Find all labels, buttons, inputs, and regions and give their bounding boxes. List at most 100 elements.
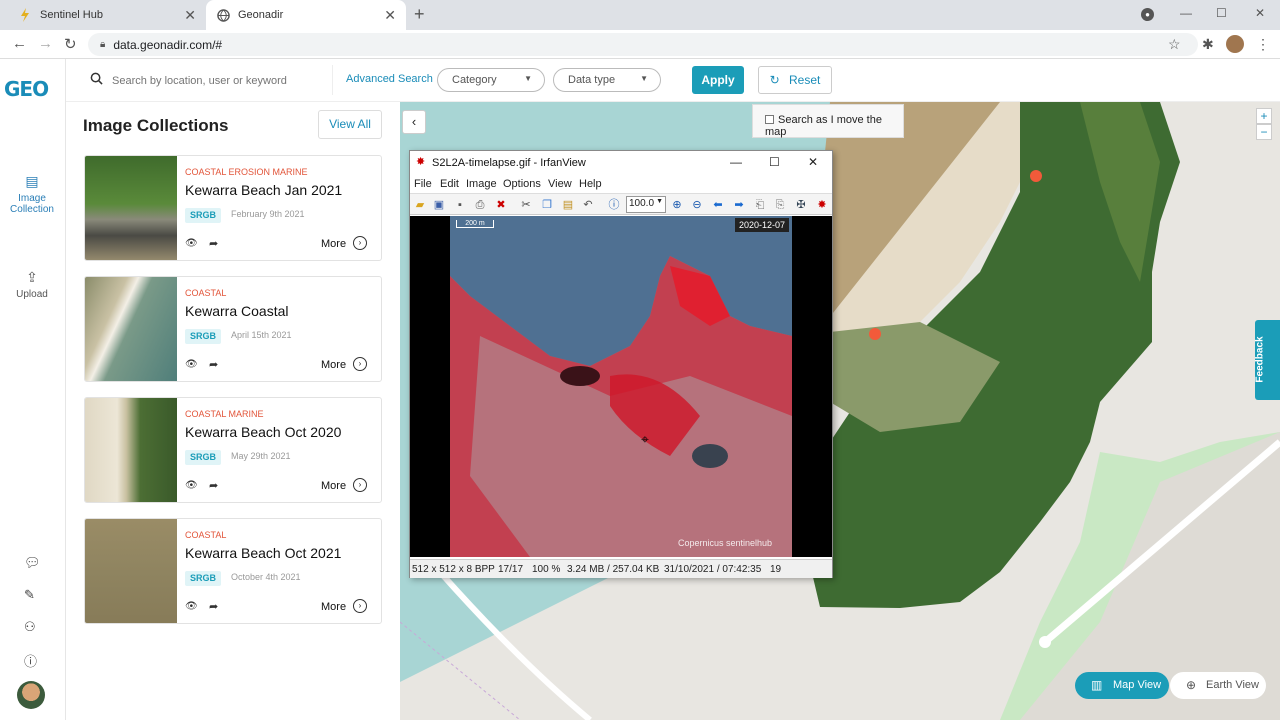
- minimize-icon[interactable]: —: [730, 155, 742, 169]
- chevron-right-icon[interactable]: ›: [353, 599, 367, 613]
- chevron-right-icon[interactable]: ›: [353, 357, 367, 371]
- tab-close-icon[interactable]: ✕: [184, 7, 196, 24]
- zoom-in-icon[interactable]: ⊕: [669, 197, 685, 213]
- tab-geonadir[interactable]: Geonadir ✕: [206, 0, 406, 30]
- menu-options[interactable]: Options: [503, 178, 541, 190]
- search-input[interactable]: [112, 71, 332, 91]
- menu-image[interactable]: Image: [466, 178, 497, 190]
- info-icon[interactable]: ⓘ: [606, 197, 622, 213]
- users-icon[interactable]: ⚇: [24, 619, 36, 635]
- maximize-icon[interactable]: ☐: [1216, 6, 1227, 20]
- menu-dots-icon[interactable]: ⋮: [1256, 36, 1270, 53]
- collection-title[interactable]: Kewarra Beach Oct 2020: [185, 424, 341, 440]
- map-marker-icon[interactable]: [869, 328, 881, 340]
- tab-sentinel-hub[interactable]: Sentinel Hub ✕: [8, 0, 206, 30]
- collection-title[interactable]: Kewarra Coastal: [185, 303, 289, 319]
- url-field[interactable]: 🔒︎ data.geonadir.com/#: [88, 33, 1198, 56]
- collection-card[interactable]: COASTAL EROSION MARINE Kewarra Beach Jan…: [84, 155, 382, 261]
- share-icon[interactable]: ➦: [209, 600, 218, 613]
- zoom-out-button[interactable]: −: [1256, 124, 1272, 140]
- slideshow-icon[interactable]: ▣: [431, 197, 447, 213]
- collection-card[interactable]: COASTAL Kewarra Beach Oct 2021 SRGB Octo…: [84, 518, 382, 624]
- nav-image-collection[interactable]: ▤ Image Collection: [0, 173, 64, 215]
- menu-help[interactable]: Help: [579, 178, 602, 190]
- feedback-tab[interactable]: Feedback: [1255, 320, 1280, 400]
- undo-icon[interactable]: ↶: [580, 197, 596, 213]
- first-page-icon[interactable]: ⎗: [752, 197, 768, 213]
- more-link[interactable]: More: [321, 480, 346, 492]
- more-link[interactable]: More: [321, 601, 346, 613]
- reset-button[interactable]: ↻ Reset: [758, 66, 832, 94]
- irfanview-icon[interactable]: ✸: [814, 197, 830, 213]
- irfanview-window[interactable]: ✸ S2L2A-timelapse.gif - IrfanView — ☐ ✕ …: [409, 150, 833, 578]
- delete-icon[interactable]: ✖: [493, 197, 509, 213]
- map-view-button[interactable]: ▥ Map View: [1075, 672, 1169, 699]
- minimize-icon[interactable]: —: [1180, 6, 1192, 20]
- collection-card[interactable]: COASTAL MARINE Kewarra Beach Oct 2020 SR…: [84, 397, 382, 503]
- help-icon[interactable]: ⓘ: [24, 651, 37, 670]
- previous-arrow-icon[interactable]: ⬅: [710, 197, 726, 213]
- share-icon[interactable]: ➦: [209, 237, 218, 250]
- zoom-select[interactable]: 100.0 ▼: [626, 196, 666, 213]
- last-page-icon[interactable]: ⎘: [772, 197, 788, 213]
- incognito-profile-icon[interactable]: ●: [1141, 8, 1154, 21]
- star-icon[interactable]: ☆: [1168, 36, 1181, 53]
- reload-icon[interactable]: ↻: [64, 35, 77, 53]
- collection-thumbnail[interactable]: [85, 277, 177, 381]
- chevron-right-icon[interactable]: ›: [353, 236, 367, 250]
- collection-thumbnail[interactable]: [85, 398, 177, 502]
- back-arrow-icon[interactable]: ←: [12, 35, 27, 52]
- zoom-in-button[interactable]: +: [1256, 108, 1272, 124]
- eye-icon[interactable]: 👁︎: [185, 238, 198, 249]
- window-titlebar[interactable]: ✸ S2L2A-timelapse.gif - IrfanView — ☐ ✕: [410, 151, 832, 175]
- close-window-icon[interactable]: ✕: [1255, 6, 1265, 20]
- chevron-right-icon[interactable]: ›: [353, 478, 367, 492]
- search-as-move-toggle[interactable]: Search as I move the map: [752, 104, 904, 138]
- notes-icon[interactable]: ✎: [24, 587, 35, 603]
- browser-profile-avatar[interactable]: [1226, 35, 1244, 53]
- tools-icon[interactable]: ✠: [793, 197, 809, 213]
- user-avatar[interactable]: [17, 681, 45, 709]
- datatype-select[interactable]: Data type ▼: [553, 68, 661, 92]
- menu-edit[interactable]: Edit: [440, 178, 459, 190]
- eye-icon[interactable]: 👁︎: [185, 359, 198, 370]
- feedback-bubble-icon[interactable]: 💬︎: [24, 555, 41, 571]
- apply-button[interactable]: Apply: [692, 66, 744, 94]
- geo-logo[interactable]: GEO: [4, 77, 49, 101]
- paste-icon[interactable]: ▤: [560, 197, 576, 213]
- maximize-icon[interactable]: ☐: [769, 155, 780, 169]
- checkbox[interactable]: [765, 115, 774, 124]
- copy-icon[interactable]: ❐: [539, 197, 555, 213]
- collapse-panel-button[interactable]: ‹: [402, 110, 426, 134]
- share-icon[interactable]: ➦: [209, 358, 218, 371]
- zoom-out-icon[interactable]: ⊖: [689, 197, 705, 213]
- next-arrow-icon[interactable]: ➡: [731, 197, 747, 213]
- nav-upload[interactable]: ⇪ Upload: [0, 269, 64, 300]
- view-all-button[interactable]: View All: [318, 110, 382, 139]
- menu-file[interactable]: File: [414, 178, 432, 190]
- collection-thumbnail[interactable]: [85, 156, 177, 260]
- tab-close-icon[interactable]: ✕: [384, 7, 396, 24]
- more-link[interactable]: More: [321, 359, 346, 371]
- collection-title[interactable]: Kewarra Beach Oct 2021: [185, 545, 341, 561]
- collection-thumbnail[interactable]: [85, 519, 177, 623]
- earth-view-button[interactable]: ⊕ Earth View: [1170, 672, 1266, 699]
- map-marker-icon[interactable]: [1030, 170, 1042, 182]
- image-canvas[interactable]: 2020-12-07 200 m Copernicus sentinelhub …: [410, 216, 832, 557]
- save-icon[interactable]: ▪: [452, 197, 468, 213]
- collection-title[interactable]: Kewarra Beach Jan 2021: [185, 182, 342, 198]
- print-icon[interactable]: ⎙: [472, 197, 488, 213]
- collection-card[interactable]: COASTAL Kewarra Coastal SRGB April 15th …: [84, 276, 382, 382]
- forward-arrow-icon[interactable]: →: [38, 35, 53, 52]
- advanced-search-link[interactable]: Advanced Search: [346, 73, 433, 85]
- eye-icon[interactable]: 👁︎: [185, 480, 198, 491]
- more-link[interactable]: More: [321, 238, 346, 250]
- close-icon[interactable]: ✕: [808, 155, 818, 169]
- cut-icon[interactable]: ✂: [518, 197, 534, 213]
- menu-view[interactable]: View: [548, 178, 572, 190]
- eye-icon[interactable]: 👁︎: [185, 601, 198, 612]
- open-folder-icon[interactable]: ▰: [412, 197, 428, 213]
- extensions-icon[interactable]: ✱: [1202, 36, 1214, 53]
- new-tab-icon[interactable]: +: [414, 4, 425, 25]
- share-icon[interactable]: ➦: [209, 479, 218, 492]
